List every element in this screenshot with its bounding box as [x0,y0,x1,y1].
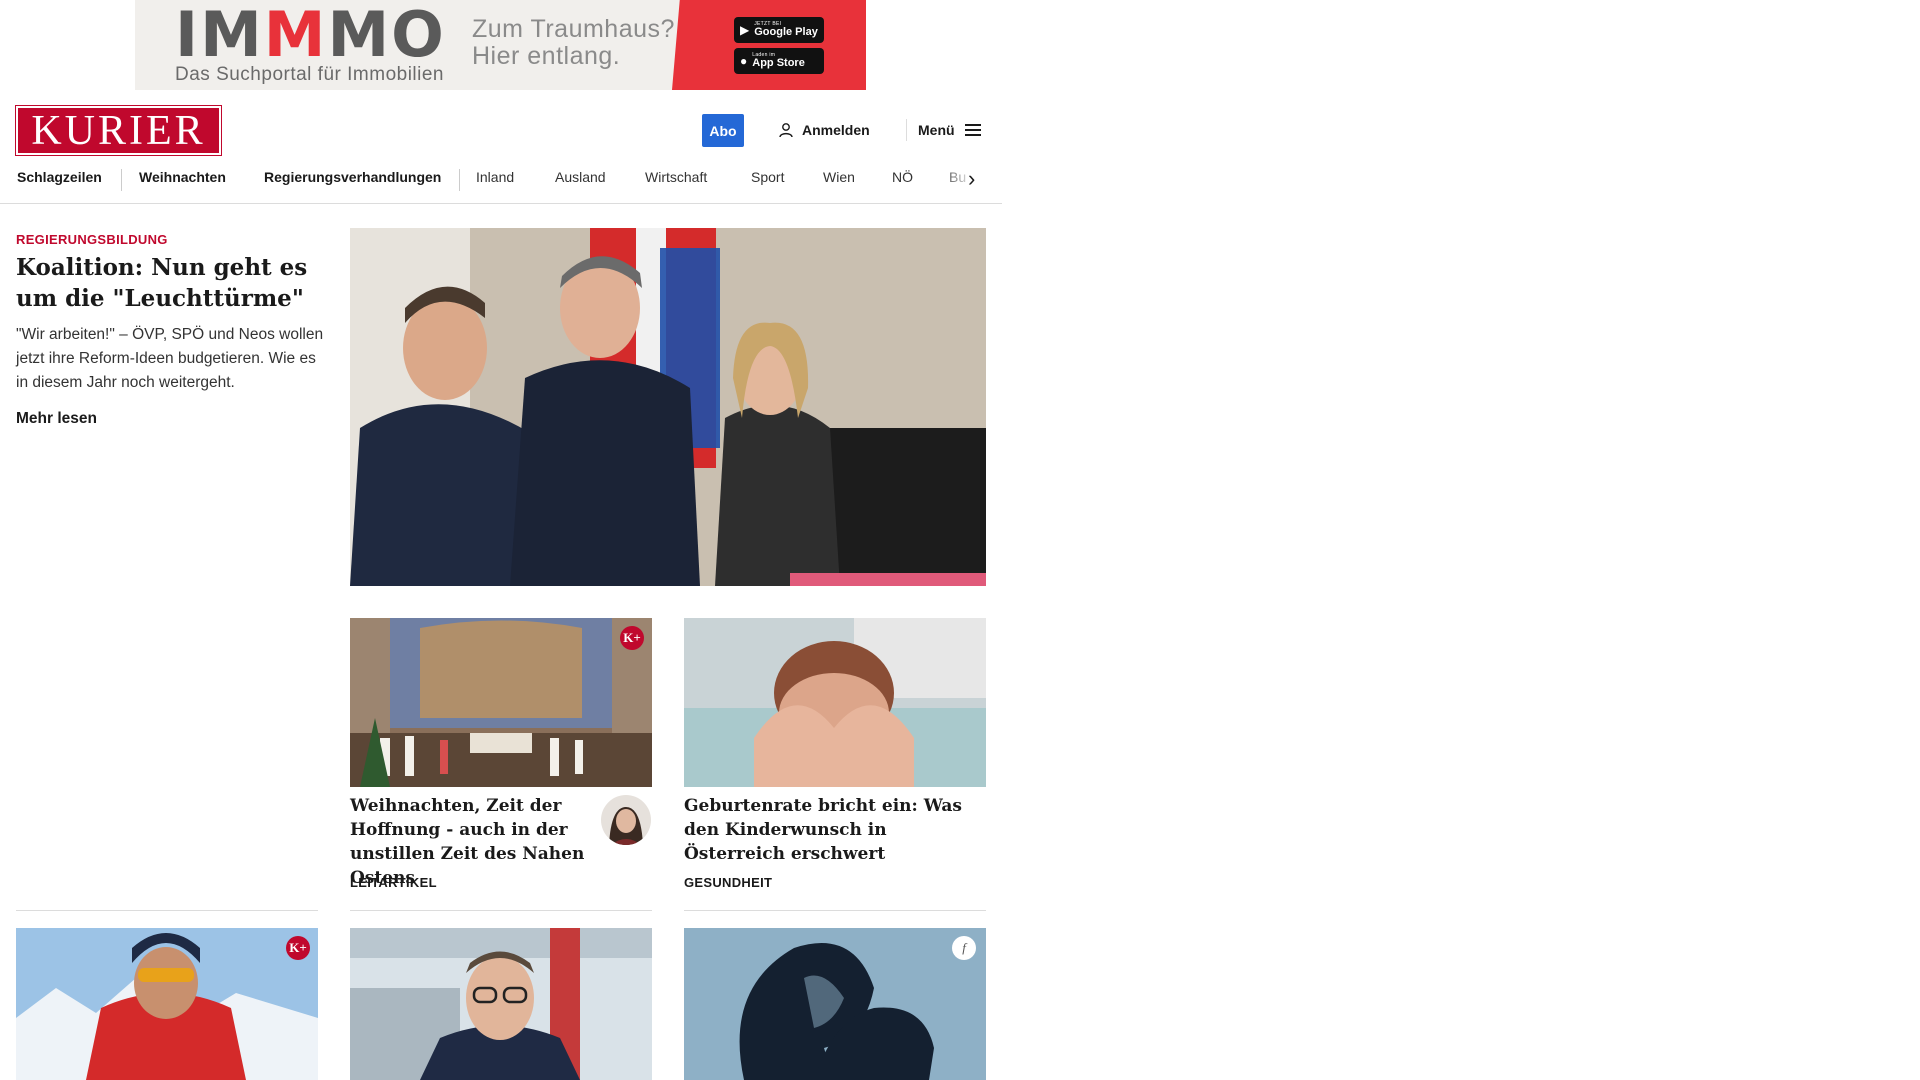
nav-item-regierungsverhandlungen[interactable]: Regierungsverhandlungen [264,169,441,185]
nav-item-inland[interactable]: Inland [476,169,514,185]
card-headline-geburtenrate[interactable]: Geburtenrate bricht ein: Was den Kinderw… [684,794,984,866]
google-play-button[interactable]: ▶ JETZT BEI Google Play [734,17,824,43]
nav-item-schlagzeilen[interactable]: Schlagzeilen [17,169,102,185]
nav-item-wirtschaft[interactable]: Wirtschaft [645,169,707,185]
card-category[interactable]: LEITARTIKEL [350,875,437,890]
card-image-illustration[interactable] [684,928,986,1080]
nav-divider [121,169,122,191]
lead-kicker[interactable]: REGIERUNGSBILDUNG [16,232,168,247]
ad-subtitle: Das Suchportal für Immobilien [175,64,444,85]
google-play-icon: ▶ [740,23,750,37]
read-more-link[interactable]: Mehr lesen [16,410,97,428]
nav-item-ausland[interactable]: Ausland [555,169,606,185]
card-category[interactable]: GESUNDHEIT [684,875,772,890]
nav-item-weihnachten[interactable]: Weihnachten [139,169,226,185]
nav-item-sport[interactable]: Sport [751,169,784,185]
card-image-church[interactable] [350,618,652,787]
kurier-plus-badge: K+ [620,626,644,650]
chevron-right-icon[interactable]: › [968,166,975,192]
nav-item-noe[interactable]: NÖ [892,169,913,185]
lead-teaser: "Wir arbeiten!" – ÖVP, SPÖ und Neos woll… [16,326,324,391]
app-store-button[interactable]: ● Laden im App Store [734,48,824,74]
feature-badge: f [952,936,976,960]
card-image-politician[interactable] [350,928,652,1080]
card-divider [684,910,986,911]
kurier-logo[interactable]: KURIER [15,105,222,156]
lead-image[interactable] [350,228,986,586]
nav-divider [459,169,460,191]
menu-label: Menü [918,122,955,138]
ad-logo: IMMMO [175,0,446,71]
card-image-baby[interactable] [684,618,986,787]
ad-tagline: Zum Traumhaus? Hier entlang. [472,15,675,70]
card-divider [16,910,318,911]
login-button[interactable]: Anmelden [778,118,870,142]
ad-red-panel [672,0,866,90]
lead-headline[interactable]: Koalition: Nun geht es um die "Leuchttür… [16,252,326,314]
kurier-plus-badge: K+ [286,936,310,960]
section-nav: Schlagzeilen Weihnachten Regierungsverha… [0,158,1002,204]
apple-icon: ● [740,54,748,68]
header-divider [906,119,907,141]
menu-button[interactable]: Menü [918,118,981,142]
nav-item-wien[interactable]: Wien [823,169,855,185]
abo-button[interactable]: Abo [702,114,744,147]
card-image-skier[interactable] [16,928,318,1080]
ad-banner[interactable]: IMMMO Das Suchportal für Immobilien Zum … [135,0,866,90]
hamburger-icon [964,124,981,136]
login-label: Anmelden [802,122,870,138]
user-icon [779,123,793,138]
card-divider [350,910,652,911]
author-avatar [601,795,651,845]
